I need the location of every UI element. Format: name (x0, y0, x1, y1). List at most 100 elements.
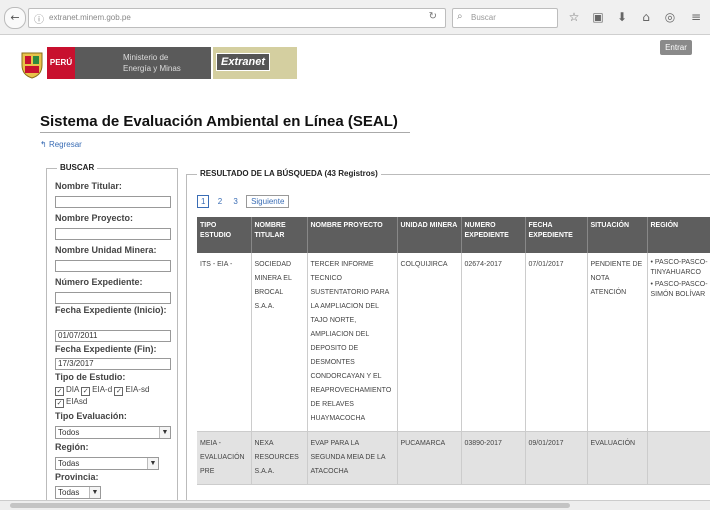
back-arrow-icon[interactable]: ← (4, 7, 26, 29)
cell-study-type: ITS - EIA - (197, 253, 251, 432)
enter-button[interactable]: Entrar (660, 40, 692, 55)
study-type-option-label: EIA-sd (125, 385, 149, 394)
study-type-option[interactable]: ✓DIA (55, 385, 79, 394)
search-icon: ⌕ (457, 11, 463, 22)
table-row[interactable]: MEIA - EVALUACIÓN PRE NEXA RESOURCES S.A… (197, 432, 710, 485)
reload-icon[interactable]: ↻ (429, 11, 437, 22)
province-value: Todas (58, 488, 79, 497)
study-type-option-label: DIA (66, 385, 79, 394)
project-label: Nombre Proyecto: (55, 213, 133, 223)
eval-type-label: Tipo Evaluación: (55, 411, 127, 421)
extranet-label: Extranet (216, 53, 270, 71)
page-link[interactable]: 2 (215, 196, 225, 207)
return-icon: ↰ (40, 140, 47, 149)
page-link[interactable]: 3 (230, 196, 240, 207)
search-panel: BUSCAR Nombre Titular: Nombre Proyecto: … (46, 168, 178, 510)
region-item: • PASCO-PASCO-SIMÓN BOLÍVAR (651, 280, 710, 300)
date-end-input[interactable]: 17/3/2017 (55, 358, 171, 370)
back-link-label: Regresar (49, 140, 82, 149)
reading-list-icon[interactable]: ▣ (590, 9, 606, 25)
column-header[interactable]: REGIÓN (647, 217, 710, 253)
unit-input[interactable] (55, 260, 171, 272)
site-header: PERÚ Ministerio de Energía y Minas Extra… (0, 35, 710, 97)
ministry-logo: Ministerio de Energía y Minas (75, 47, 211, 79)
search-placeholder: Buscar (471, 13, 496, 22)
titular-label: Nombre Titular: (55, 181, 122, 191)
address-bar[interactable]: ⓘ extranet.minem.gob.pe ↻ (28, 8, 446, 28)
eval-type-select[interactable]: Todos ▼ (55, 426, 171, 439)
browser-toolbar: ← ⓘ extranet.minem.gob.pe ↻ ⌕ Buscar ☆ ▣… (0, 0, 710, 35)
region-label: Región: (55, 442, 89, 452)
checkbox-icon[interactable]: ✓ (81, 387, 90, 396)
cell-status: PENDIENTE DE NOTA ATENCIÓN (587, 253, 647, 432)
info-icon[interactable]: ⓘ (34, 11, 44, 26)
home-icon[interactable]: ⌂ (638, 9, 654, 25)
table-header-row: TIPO ESTUDIO NOMBRE TITULAR NOMBRE PROYE… (197, 217, 710, 253)
cell-project[interactable]: EVAP PARA LA SEGUNDA MEIA DE LA ATACOCHA (307, 432, 397, 485)
province-label: Provincia: (55, 472, 99, 482)
chevron-down-icon: ▼ (89, 487, 100, 498)
pocket-shield-icon[interactable]: ◎ (662, 9, 678, 25)
cell-date: 07/01/2017 (525, 253, 587, 432)
pagination: 1 2 3 Siguiente (197, 195, 289, 208)
cell-unit: PUCAMARCA (397, 432, 461, 485)
column-header[interactable]: NUMERO EXPEDIENTE (461, 217, 525, 253)
checkbox-icon[interactable]: ✓ (55, 399, 64, 408)
cell-project[interactable]: TERCER INFORME TECNICO SUSTENTATORIO PAR… (307, 253, 397, 432)
extranet-logo: Extranet (213, 47, 297, 79)
cell-unit: COLQUIJIRCA (397, 253, 461, 432)
address-text: extranet.minem.gob.pe (49, 13, 131, 22)
chevron-down-icon: ▼ (159, 427, 170, 438)
column-header[interactable]: FECHA EXPEDIENTE (525, 217, 587, 253)
page-title: Sistema de Evaluación Ambiental en Línea… (40, 113, 398, 130)
file-number-input[interactable] (55, 292, 171, 304)
checkbox-icon[interactable]: ✓ (114, 387, 123, 396)
cell-file-number: 02674-2017 (461, 253, 525, 432)
ministry-line1: Ministerio de (123, 53, 168, 62)
study-type-options: ✓DIA ✓EIA-d ✓EIA-sd (55, 385, 149, 396)
menu-icon[interactable]: ≡ (688, 9, 704, 25)
province-select[interactable]: Todas ▼ (55, 486, 101, 499)
file-number-label: Número Expediente: (55, 277, 143, 287)
peru-logo: PERÚ (47, 47, 75, 79)
column-header[interactable]: NOMBRE TITULAR (251, 217, 307, 253)
search-legend: BUSCAR (57, 163, 97, 172)
column-header[interactable]: SITUACIÓN (587, 217, 647, 253)
study-type-option-label: EIAsd (66, 397, 87, 406)
study-type-option[interactable]: ✓EIA-d (81, 385, 112, 394)
region-select[interactable]: Todas ▼ (55, 457, 159, 470)
date-start-input[interactable]: 01/07/2011 (55, 330, 171, 342)
chevron-down-icon: ▼ (147, 458, 158, 469)
project-input[interactable] (55, 228, 171, 240)
column-header[interactable]: UNIDAD MINERA (397, 217, 461, 253)
region-value: Todas (58, 459, 79, 468)
table-row[interactable]: ITS - EIA - SOCIEDAD MINERA EL BROCAL S.… (197, 253, 710, 432)
study-type-option[interactable]: ✓EIA-sd (114, 385, 149, 394)
ministry-line2: Energía y Minas (123, 64, 181, 73)
column-header[interactable]: NOMBRE PROYECTO (307, 217, 397, 253)
date-end-label: Fecha Expediente (Fin): (55, 344, 157, 354)
title-divider (40, 132, 410, 133)
titular-input[interactable] (55, 196, 171, 208)
coat-of-arms-icon (20, 49, 44, 79)
browser-search-box[interactable]: ⌕ Buscar (452, 8, 558, 28)
cell-status: EVALUACIÓN (587, 432, 647, 485)
region-item-text: PASCO-PASCO-TINYAHUARCO (651, 259, 708, 276)
back-link[interactable]: ↰ Regresar (40, 140, 82, 149)
download-icon[interactable]: ⬇ (614, 9, 630, 25)
checkbox-icon[interactable]: ✓ (55, 387, 64, 396)
cell-region (647, 432, 710, 485)
scrollbar-thumb[interactable] (10, 503, 570, 508)
date-start-label: Fecha Expediente (Inicio): (55, 305, 173, 316)
region-item: • PASCO-PASCO-TINYAHUARCO (651, 258, 710, 278)
study-type-label: Tipo de Estudio: (55, 372, 125, 382)
bookmark-star-icon[interactable]: ☆ (566, 9, 582, 25)
page-link[interactable]: 1 (197, 195, 209, 208)
cell-titular: NEXA RESOURCES S.A.A. (251, 432, 307, 485)
next-page-button[interactable]: Siguiente (246, 195, 289, 208)
region-item-text: PASCO-PASCO-SIMÓN BOLÍVAR (651, 281, 708, 298)
cell-date: 09/01/2017 (525, 432, 587, 485)
column-header[interactable]: TIPO ESTUDIO (197, 217, 251, 253)
cell-titular: SOCIEDAD MINERA EL BROCAL S.A.A. (251, 253, 307, 432)
study-type-option[interactable]: ✓EIAsd (55, 397, 87, 408)
